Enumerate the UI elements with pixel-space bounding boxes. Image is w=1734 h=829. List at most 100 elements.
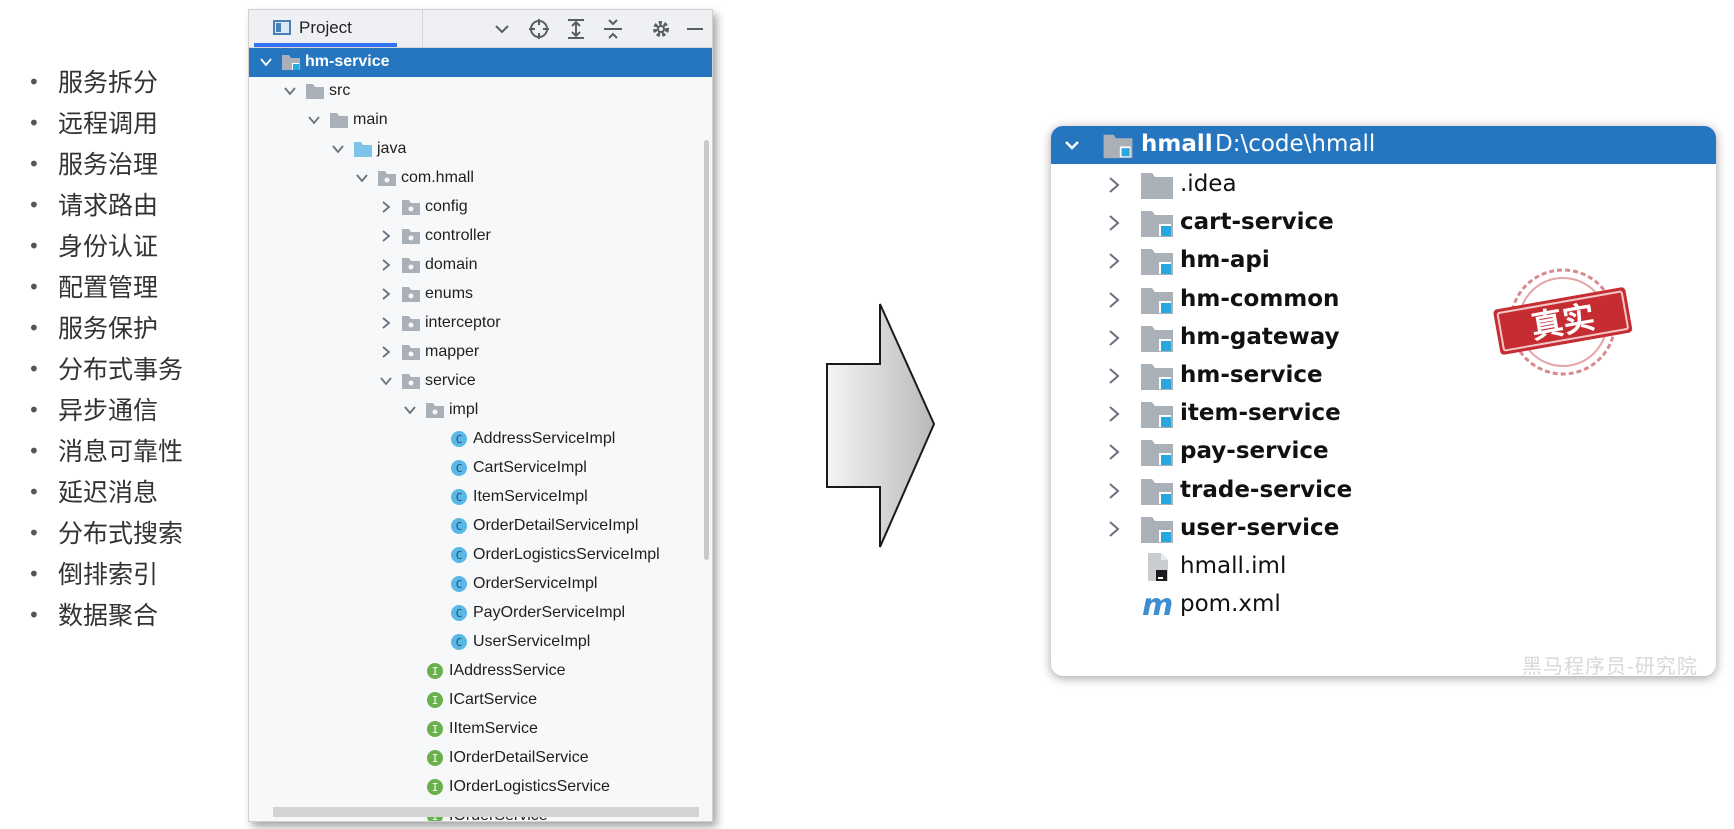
tree-row[interactable]: I IOrderDetailService <box>249 744 712 773</box>
tree-row[interactable]: mapper <box>249 338 712 367</box>
chevron-right-icon[interactable] <box>1106 214 1122 232</box>
chevron-down-icon[interactable] <box>403 403 417 417</box>
tree-row[interactable]: src <box>249 77 712 106</box>
tree-row[interactable]: impl <box>249 396 712 425</box>
module-folder-icon <box>1140 246 1174 276</box>
maven-icon: m <box>1140 588 1174 623</box>
interface-icon: I <box>425 691 445 709</box>
module-row-label: cart-service <box>1180 209 1334 236</box>
stamp-icon: 真实 <box>1493 268 1633 376</box>
chevron-down-icon[interactable] <box>355 171 369 185</box>
chevron-down-icon[interactable] <box>490 17 514 41</box>
class-icon: C <box>449 430 469 448</box>
tree-row[interactable]: C ItemServiceImpl <box>249 483 712 512</box>
expand-all-icon[interactable] <box>564 17 588 41</box>
tree-row[interactable]: domain <box>249 251 712 280</box>
folder-icon <box>1140 170 1174 200</box>
tree-row[interactable]: main <box>249 106 712 135</box>
tree-row[interactable]: C OrderDetailServiceImpl <box>249 512 712 541</box>
tree-row-label: ICartService <box>449 691 538 708</box>
tree-row-label: impl <box>449 401 479 418</box>
chevron-right-icon[interactable] <box>1106 176 1122 194</box>
tree-row[interactable]: C OrderServiceImpl <box>249 570 712 599</box>
chevron-right-icon[interactable] <box>1106 291 1122 309</box>
watermark: 黑马程序员-研究院 <box>1522 654 1698 678</box>
chevron-down-icon[interactable] <box>307 113 321 127</box>
interface-icon: I <box>425 749 445 767</box>
module-row[interactable]: cart-service <box>1051 202 1716 244</box>
tree-row-label: com.hmall <box>401 169 474 186</box>
minimize-icon[interactable] <box>683 17 707 41</box>
topic-item: 数据聚合 <box>28 595 183 636</box>
chevron-down-icon[interactable] <box>283 84 297 98</box>
chevron-down-icon[interactable] <box>379 374 393 388</box>
tree-row[interactable]: I IItemService <box>249 715 712 744</box>
tree-row[interactable]: controller <box>249 222 712 251</box>
tree-row[interactable]: I IAddressService <box>249 657 712 686</box>
class-icon: C <box>449 575 469 593</box>
tree-row-label: service <box>425 372 476 389</box>
module-row[interactable]: hmall.iml <box>1051 546 1716 588</box>
module-row[interactable]: pay-service <box>1051 431 1716 473</box>
tab-project[interactable]: Project <box>249 10 423 47</box>
gear-icon[interactable] <box>649 17 673 41</box>
chevron-right-icon[interactable] <box>379 316 393 330</box>
project-window-icon <box>273 20 291 35</box>
tree-row[interactable]: config <box>249 193 712 222</box>
tree-row-label: CartServiceImpl <box>473 459 587 476</box>
collapse-all-icon[interactable] <box>601 17 625 41</box>
tree-row[interactable]: I ICartService <box>249 686 712 715</box>
chevron-right-icon[interactable] <box>1106 443 1122 461</box>
svg-text:I: I <box>432 781 439 794</box>
tree-root-row[interactable]: hmall D:\code\hmall <box>1051 126 1716 164</box>
tree-row[interactable]: C PayOrderServiceImpl <box>249 599 712 628</box>
tree-row[interactable]: java <box>249 135 712 164</box>
module-folder-icon <box>1140 514 1174 544</box>
chevron-right-icon[interactable] <box>379 200 393 214</box>
chevron-right-icon[interactable] <box>379 258 393 272</box>
module-row[interactable]: m pom.xml <box>1051 584 1716 626</box>
project-tool-window: Project hm-service src main java com.hmall co… <box>248 9 713 822</box>
module-row[interactable]: .idea <box>1051 164 1716 206</box>
tree-row[interactable]: C OrderLogisticsServiceImpl <box>249 541 712 570</box>
tree-row[interactable]: service <box>249 367 712 396</box>
module-row-label: hmall.iml <box>1180 553 1287 579</box>
locate-icon[interactable] <box>527 17 551 41</box>
chevron-right-icon[interactable] <box>1106 367 1122 385</box>
topic-item: 请求路由 <box>28 185 183 226</box>
class-icon: C <box>449 459 469 477</box>
chevron-down-icon[interactable] <box>1063 136 1081 154</box>
tree-row-label: IAddressService <box>449 662 566 679</box>
chevron-right-icon[interactable] <box>379 229 393 243</box>
tree-row[interactable]: interceptor <box>249 309 712 338</box>
chevron-right-icon[interactable] <box>1106 252 1122 270</box>
class-icon: C <box>449 546 469 564</box>
module-folder-icon <box>1140 399 1174 429</box>
tree-row[interactable]: C AddressServiceImpl <box>249 425 712 454</box>
horizontal-scrollbar[interactable] <box>273 807 699 817</box>
module-row[interactable]: trade-service <box>1051 470 1716 512</box>
chevron-right-icon[interactable] <box>1106 520 1122 538</box>
module-row[interactable]: user-service <box>1051 508 1716 550</box>
chevron-right-icon[interactable] <box>1106 329 1122 347</box>
chevron-right-icon[interactable] <box>1106 482 1122 500</box>
chevron-right-icon[interactable] <box>379 345 393 359</box>
tree-row[interactable]: C CartServiceImpl <box>249 454 712 483</box>
tree-row-label: PayOrderServiceImpl <box>473 604 626 621</box>
vertical-scrollbar[interactable] <box>704 140 709 560</box>
chevron-down-icon[interactable] <box>259 55 273 69</box>
module-row[interactable]: item-service <box>1051 393 1716 435</box>
chevron-right-icon[interactable] <box>1106 405 1122 423</box>
tree-row[interactable]: I IOrderLogisticsService <box>249 773 712 802</box>
topic-item: 消息可靠性 <box>28 431 183 472</box>
chevron-down-icon[interactable] <box>331 142 345 156</box>
folder-icon <box>329 111 349 129</box>
chevron-right-icon[interactable] <box>379 287 393 301</box>
module-row-label: hm-common <box>1180 285 1340 312</box>
tree-row[interactable]: com.hmall <box>249 164 712 193</box>
tree-row-label: ItemServiceImpl <box>473 488 588 505</box>
interface-icon: I <box>425 720 445 738</box>
tree-row[interactable]: enums <box>249 280 712 309</box>
tree-row[interactable]: hm-service <box>249 48 712 77</box>
tree-row[interactable]: C UserServiceImpl <box>249 628 712 657</box>
